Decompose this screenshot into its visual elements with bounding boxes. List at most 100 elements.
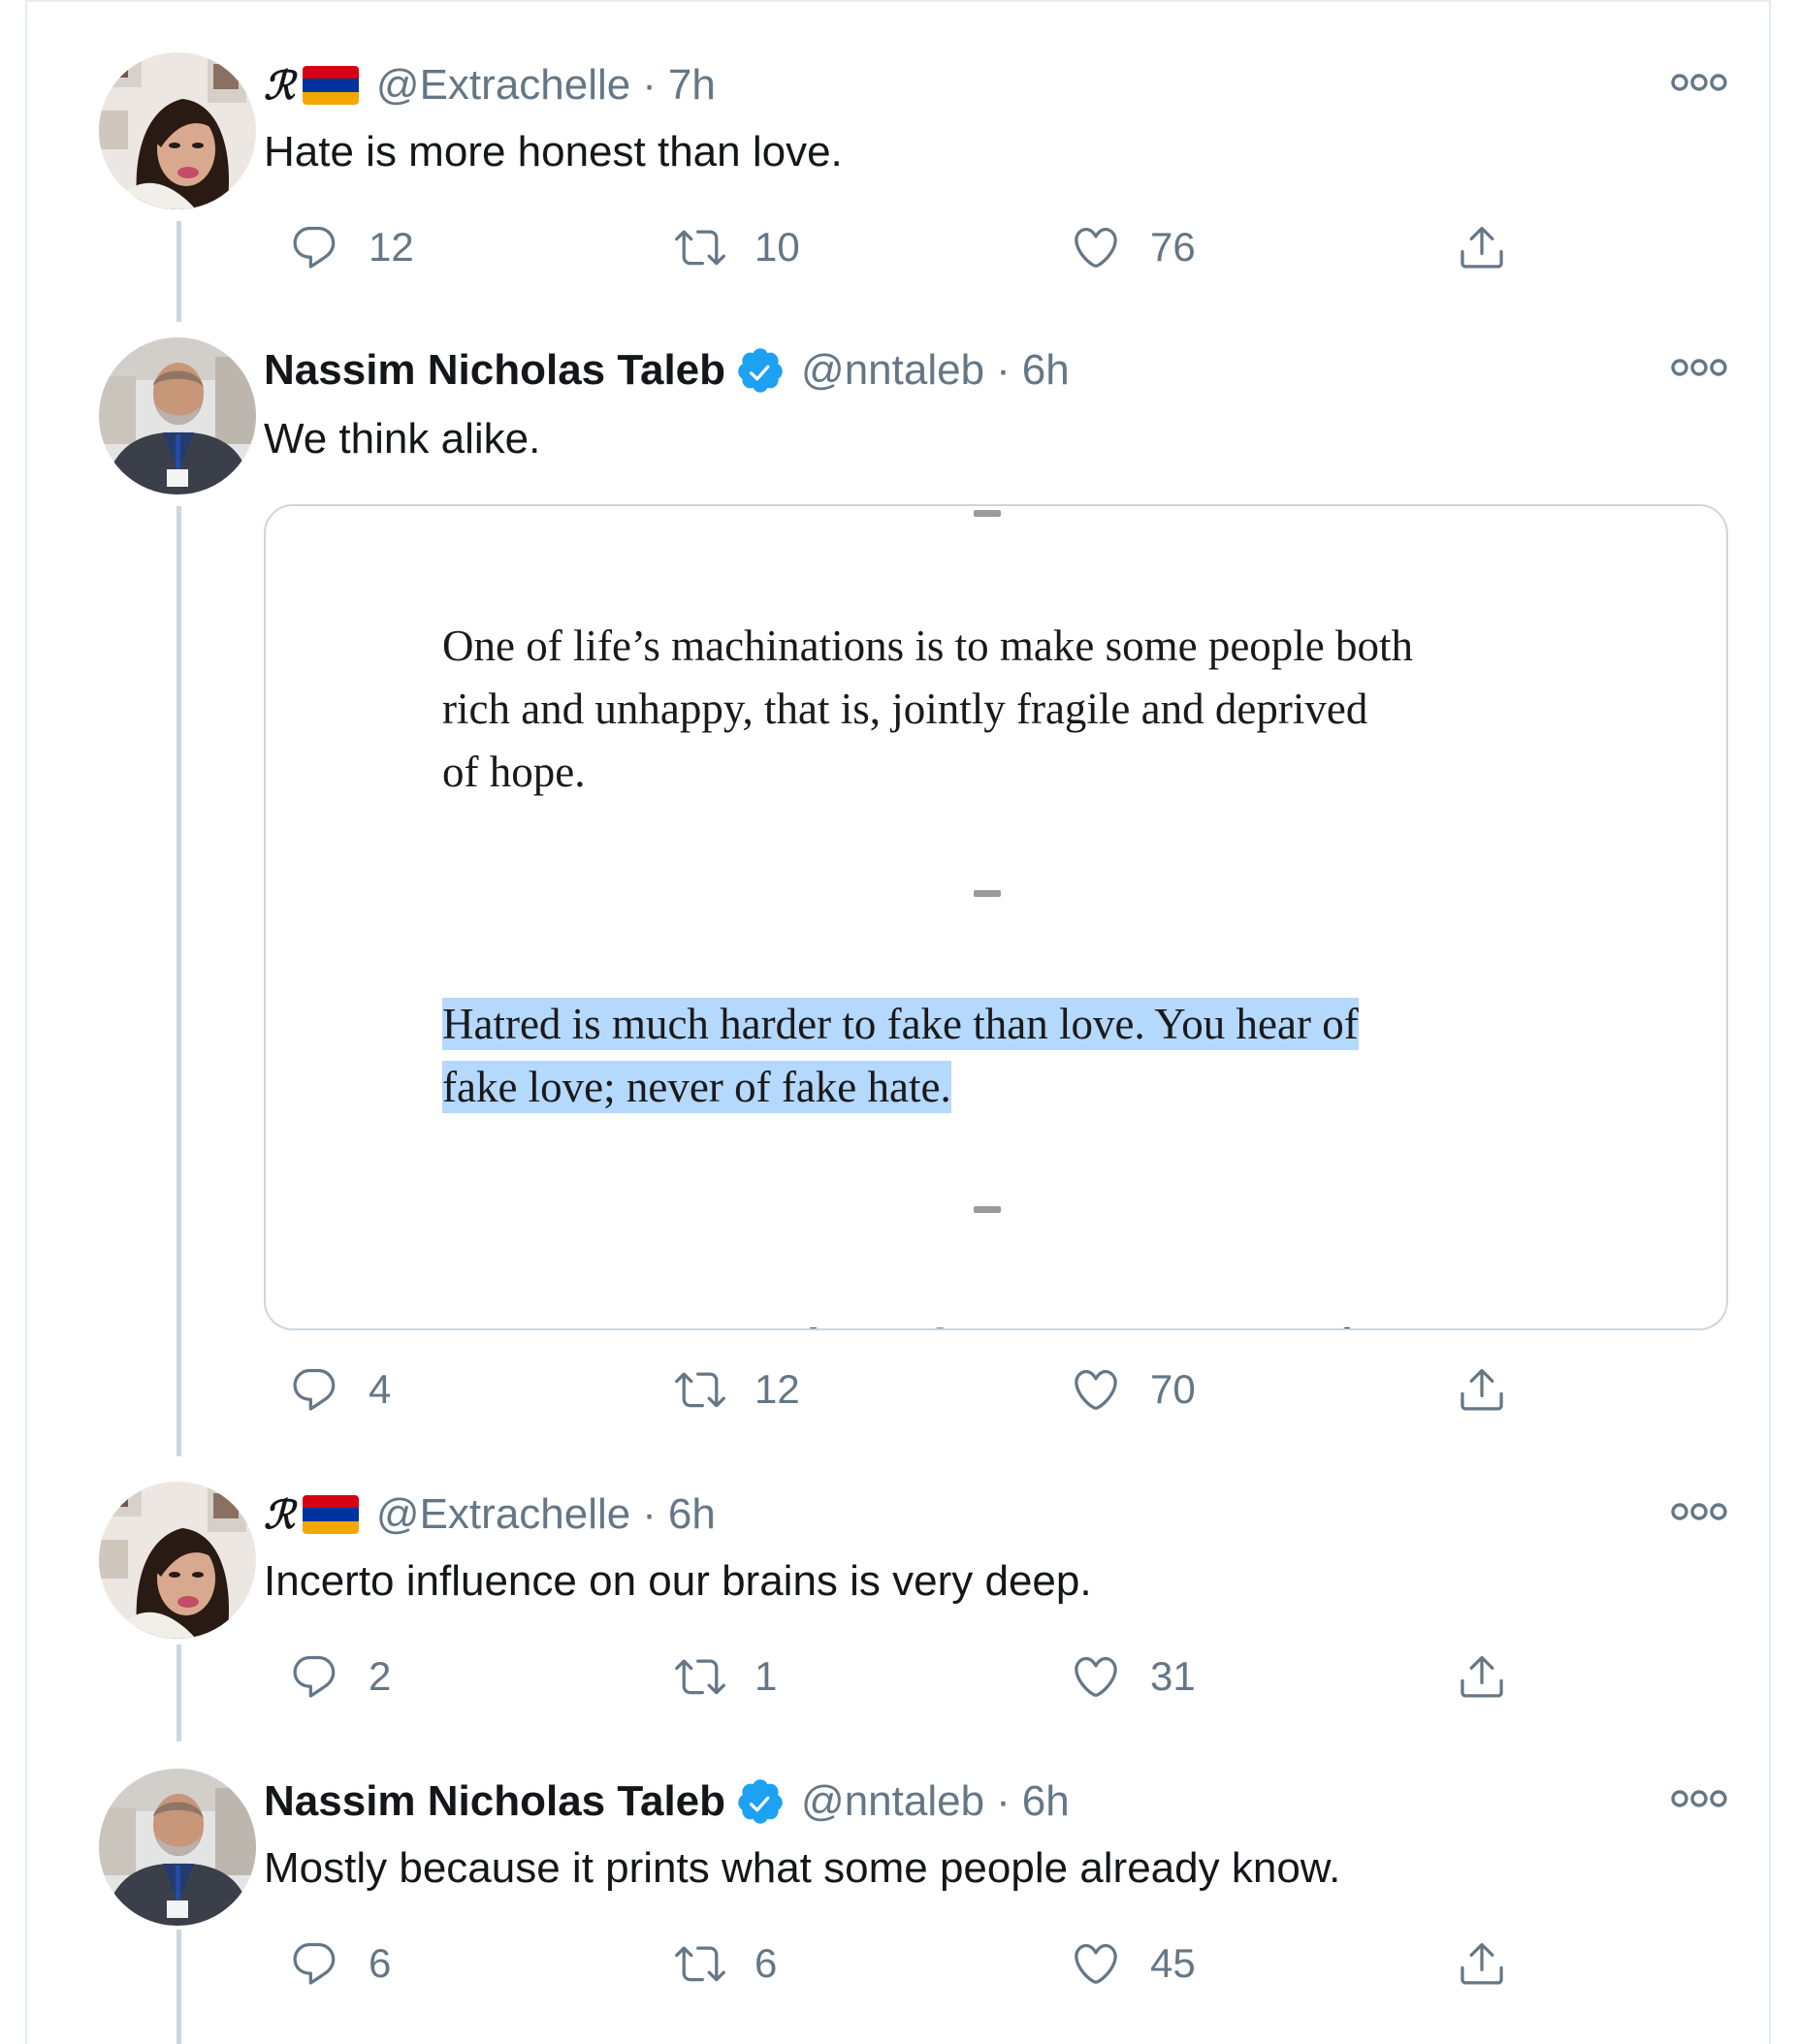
separator-dot: ·: [996, 1777, 1011, 1825]
timestamp[interactable]: 7h: [668, 61, 716, 110]
share-icon: [1457, 1938, 1507, 1989]
tweet-actions: 4 12 70: [260, 1356, 1579, 1423]
display-name[interactable]: ℛ: [264, 63, 295, 109]
highlighted-line: fake love; never of fake hate.: [442, 1061, 951, 1113]
reply-count: 2: [369, 1653, 392, 1699]
more-options-icon[interactable]: [1670, 353, 1728, 382]
like-button[interactable]: 45: [1071, 1930, 1196, 1997]
attached-image[interactable]: One of life’s machinations is to make so…: [264, 504, 1728, 1330]
tweet-text: Incerto influence on our brains is very …: [264, 1557, 1092, 1605]
thread-connector-line: [177, 221, 181, 322]
heart-icon: [1071, 1364, 1121, 1415]
reply-icon: [289, 1364, 339, 1415]
thread-connector-line: [177, 1645, 181, 1741]
highlighted-paragraph: Hatred is much harder to fake than love.…: [442, 993, 1359, 1119]
verified-badge-icon: [735, 1776, 786, 1827]
timeline-column: ℛ @Extrachelle · 7h Hate is more honest …: [25, 0, 1771, 2044]
more-options-icon[interactable]: [1670, 1497, 1728, 1526]
timestamp[interactable]: 6h: [668, 1490, 716, 1539]
heart-icon: [1071, 222, 1121, 272]
tweet-text: We think alike.: [264, 415, 541, 463]
reply-button[interactable]: 2: [289, 1643, 391, 1710]
handle[interactable]: @nntaleb: [801, 1777, 984, 1826]
share-icon: [1457, 1651, 1507, 1702]
reply-button[interactable]: 12: [289, 213, 414, 281]
display-name[interactable]: ℛ: [264, 1492, 295, 1538]
tweet-actions: 6 6 45: [260, 1930, 1579, 1997]
reply-count: 4: [369, 1366, 392, 1412]
display-name[interactable]: Nassim Nicholas Taleb: [264, 1777, 725, 1826]
share-button[interactable]: [1457, 1356, 1507, 1423]
share-button[interactable]: [1457, 213, 1507, 281]
retweet-count: 10: [755, 224, 800, 270]
tweet-header: ℛ @Extrachelle · 6h: [264, 1485, 716, 1544]
more-options-icon[interactable]: [1670, 68, 1728, 97]
retweet-count: 12: [755, 1366, 800, 1412]
handle[interactable]: @Extrachelle: [376, 1490, 630, 1539]
reply-button[interactable]: 4: [289, 1356, 391, 1423]
retweet-icon: [675, 1364, 725, 1415]
page-divider: [974, 1206, 1001, 1213]
retweet-count: 1: [755, 1653, 778, 1699]
tweet-header: ℛ @Extrachelle · 7h: [264, 56, 716, 114]
share-button[interactable]: [1457, 1643, 1507, 1710]
reply-count: 6: [369, 1940, 392, 1986]
handle[interactable]: @nntaleb: [801, 346, 984, 395]
retweet-button[interactable]: 10: [675, 213, 800, 281]
tweet-header: Nassim Nicholas Taleb @nntaleb · 6h: [264, 341, 1070, 399]
reply-count: 12: [369, 224, 414, 270]
page-divider: [974, 510, 1001, 517]
separator-dot: ·: [996, 346, 1011, 394]
page-divider: [974, 890, 1001, 897]
verified-badge-icon: [735, 345, 786, 396]
tweet-actions: 2 1 31: [260, 1643, 1579, 1710]
retweet-icon: [675, 1651, 725, 1702]
avatar[interactable]: [99, 337, 256, 495]
display-name[interactable]: Nassim Nicholas Taleb: [264, 346, 725, 395]
reply-icon: [289, 1651, 339, 1702]
page: ℛ @Extrachelle · 7h Hate is more honest …: [0, 0, 1798, 2044]
book-line: One of life’s machinations is to make so…: [442, 622, 1414, 670]
heart-icon: [1071, 1938, 1121, 1989]
tweet-actions: 12 10 76: [260, 213, 1579, 281]
like-count: 76: [1150, 224, 1196, 270]
retweet-icon: [675, 1938, 725, 1989]
reply-button[interactable]: 6: [289, 1930, 391, 1997]
book-line: of hope.: [442, 748, 586, 796]
separator-dot: ·: [642, 61, 657, 109]
separator-dot: ·: [642, 1490, 657, 1538]
retweet-button[interactable]: 1: [675, 1643, 777, 1710]
handle[interactable]: @Extrachelle: [376, 61, 630, 110]
book-line: rich and unhappy, that is, jointly fragi…: [442, 685, 1368, 733]
cut-off-line: Do not trust a man who needs an income—e…: [442, 1319, 1426, 1328]
avatar[interactable]: [99, 52, 256, 209]
like-button[interactable]: 31: [1071, 1643, 1196, 1710]
retweet-count: 6: [755, 1940, 778, 1986]
like-count: 31: [1150, 1653, 1196, 1699]
like-count: 70: [1150, 1366, 1196, 1412]
like-button[interactable]: 76: [1071, 213, 1196, 281]
reply-icon: [289, 222, 339, 272]
highlighted-line: Hatred is much harder to fake than love.…: [442, 998, 1359, 1050]
retweet-button[interactable]: 6: [675, 1930, 777, 1997]
tweet-text: Mostly because it prints what some peopl…: [264, 1844, 1341, 1892]
avatar[interactable]: [99, 1482, 256, 1639]
retweet-icon: [675, 222, 725, 272]
tweet-text: Hate is more honest than love.: [264, 128, 843, 176]
thread-connector-line: [177, 1930, 181, 2044]
like-button[interactable]: 70: [1071, 1356, 1196, 1423]
share-icon: [1457, 222, 1507, 272]
timestamp[interactable]: 6h: [1022, 346, 1070, 395]
armenia-flag-icon: [302, 1495, 359, 1534]
thread-connector-line: [177, 506, 181, 1456]
like-count: 45: [1150, 1940, 1196, 1986]
retweet-button[interactable]: 12: [675, 1356, 800, 1423]
more-options-icon[interactable]: [1670, 1784, 1728, 1813]
tweet-header: Nassim Nicholas Taleb @nntaleb · 6h: [264, 1773, 1070, 1831]
share-button[interactable]: [1457, 1930, 1507, 1997]
share-icon: [1457, 1364, 1507, 1415]
avatar[interactable]: [99, 1769, 256, 1926]
timestamp[interactable]: 6h: [1022, 1777, 1070, 1826]
armenia-flag-icon: [302, 66, 359, 105]
book-paragraph: One of life’s machinations is to make so…: [442, 615, 1413, 804]
